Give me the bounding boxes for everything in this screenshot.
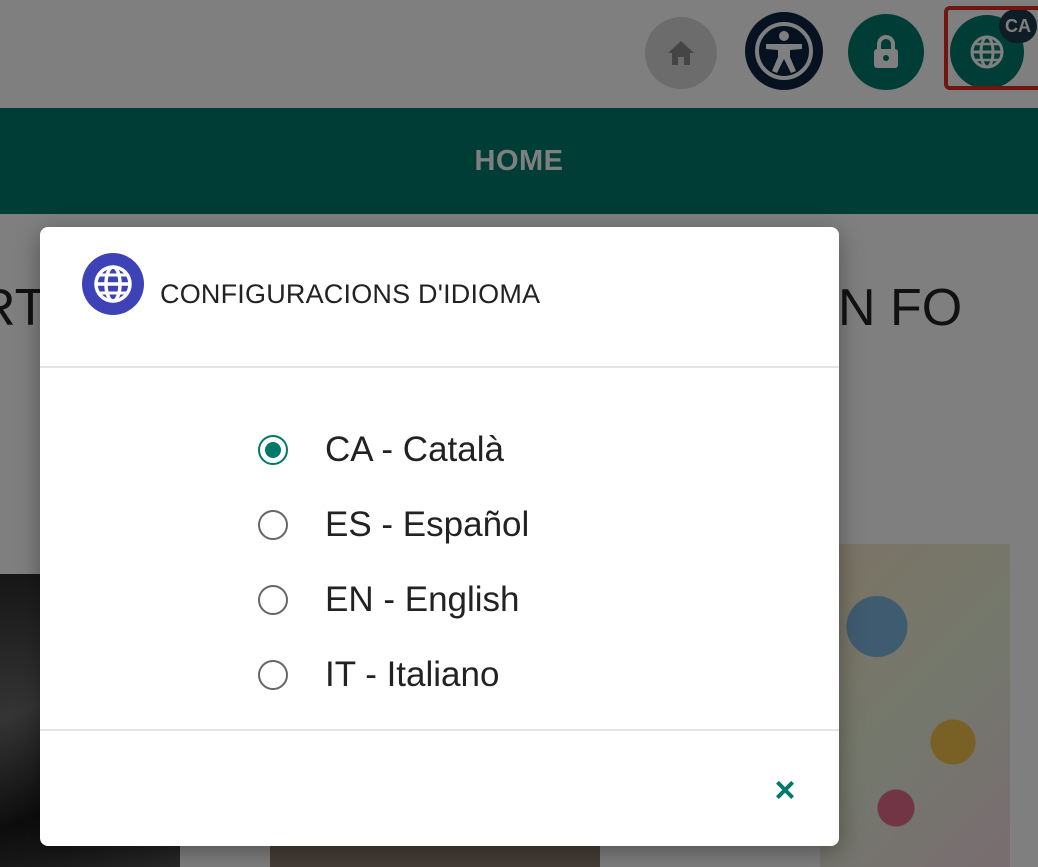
language-option-ca[interactable]: CA - Català — [258, 412, 529, 487]
radio-button-checked[interactable] — [258, 434, 288, 465]
radio-button[interactable] — [258, 659, 288, 690]
modal-divider-bottom — [40, 729, 839, 731]
radio-button[interactable] — [258, 584, 288, 615]
modal-header: CONFIGURACIONS D'IDIOMA — [40, 227, 839, 366]
option-label: ES - Español — [325, 504, 530, 544]
language-option-it[interactable]: IT - Italiano — [258, 637, 529, 712]
language-option-en[interactable]: EN - English — [258, 562, 529, 637]
language-options: CA - Català ES - Español EN - English IT… — [258, 412, 529, 712]
option-label: EN - English — [325, 579, 520, 619]
language-settings-modal: CONFIGURACIONS D'IDIOMA CA - Català ES -… — [40, 227, 839, 846]
radio-button[interactable] — [258, 509, 288, 540]
close-button[interactable]: × — [762, 767, 808, 813]
modal-title: CONFIGURACIONS D'IDIOMA — [160, 279, 541, 309]
language-option-es[interactable]: ES - Español — [258, 487, 529, 562]
modal-divider-top — [40, 366, 839, 368]
globe-icon — [82, 253, 144, 315]
option-label: IT - Italiano — [325, 654, 500, 694]
option-label: CA - Català — [325, 429, 504, 469]
close-icon: × — [774, 769, 796, 810]
